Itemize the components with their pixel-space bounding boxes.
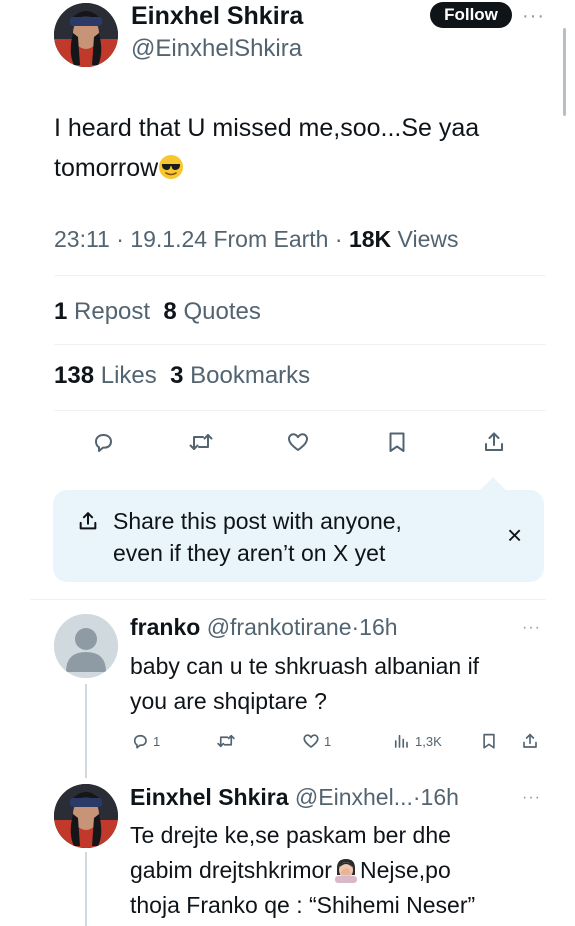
divider (54, 344, 546, 345)
bookmark-icon[interactable] (385, 430, 409, 454)
post-location: From Earth (213, 226, 329, 252)
reply-text: baby can u te shkruash albanian if you a… (130, 649, 540, 719)
divider (54, 410, 546, 411)
bookmark-icon (483, 733, 495, 749)
post-more-button[interactable]: ··· (522, 6, 545, 26)
author-name[interactable]: Einxhel Shkira (131, 2, 303, 31)
reply-time: ·16h (351, 614, 398, 640)
reply-more-button[interactable]: ··· (522, 790, 541, 806)
quotes-label[interactable]: Quotes (183, 298, 260, 325)
reply-author-handle[interactable]: @frankotirane (207, 614, 352, 640)
share-prompt-text: Share this post with anyone, even if the… (113, 505, 402, 569)
reposts-count[interactable]: 1 (54, 298, 67, 325)
thread-line (85, 852, 87, 926)
divider (30, 599, 546, 600)
reply-author-name[interactable]: franko (130, 614, 200, 640)
reply-text-line2a: gabim drejtshkrimor (130, 857, 332, 883)
reply-views-button[interactable]: 1,3K (392, 732, 442, 750)
quotes-count[interactable]: 8 (163, 298, 176, 325)
reply-header: Einxhel Shkira @Einxhel...·16h (130, 784, 459, 811)
views-icon (394, 734, 408, 748)
reply-header: franko @frankotirane·16h (130, 614, 398, 641)
reply-bookmark-button[interactable] (480, 732, 498, 755)
post-text-tomorrow: tomorrow (54, 154, 159, 182)
repost-quote-stats[interactable]: 1 Repost 8 Quotes (54, 298, 261, 326)
author-avatar[interactable] (54, 3, 118, 67)
reply-like-count: 1 (324, 733, 332, 749)
like-icon (303, 734, 319, 748)
share-icon[interactable] (482, 430, 506, 454)
share-prompt-line2: even if they aren’t on X yet (113, 540, 386, 566)
meta-separator: · (334, 226, 343, 252)
views-label: Views (397, 226, 459, 252)
likes-label[interactable]: Likes (101, 362, 157, 389)
share-prompt-card[interactable]: Share this post with anyone, even if the… (53, 477, 544, 582)
reply-author-name[interactable]: Einxhel Shkira (130, 784, 289, 810)
post-meta: 23:11 · 19.1.24 From Earth · 18K Views (54, 226, 458, 253)
reply-text-line3: thoja Franko qe : “Shihemi Neser” (130, 892, 476, 918)
reply-repost-button[interactable] (216, 732, 236, 755)
post-text: I heard that U missed me,soo...Se yaa to… (54, 108, 554, 188)
reply-text-line2: you are shqiptare ? (130, 688, 327, 714)
views-count: 18K (348, 226, 392, 252)
reply-text-line2b: Nejse,po (359, 857, 451, 883)
reply-like-button[interactable]: 1 (302, 732, 331, 750)
reply-time: ·16h (412, 784, 459, 810)
follow-button[interactable]: Follow (430, 2, 512, 28)
meta-separator: · (116, 226, 124, 252)
reply-avatar[interactable] (54, 614, 118, 678)
likes-count[interactable]: 138 (54, 362, 94, 389)
reply-share-button[interactable] (521, 732, 539, 755)
bookmarks-label[interactable]: Bookmarks (190, 362, 310, 389)
post-text-line2: tomorrow (54, 148, 554, 188)
share-icon (523, 733, 537, 748)
reply-reply-button[interactable]: 1 (131, 732, 160, 750)
reply-text-line1: Te drejte ke,se paskam ber dhe (130, 822, 451, 848)
facepalm-emoji-icon (332, 857, 360, 883)
post-time: 23:11 (54, 226, 110, 252)
repost-icon[interactable] (188, 430, 214, 454)
reply-more-button[interactable]: ··· (522, 620, 541, 636)
divider (54, 275, 546, 276)
share-prompt-icon (77, 510, 99, 537)
share-prompt-pointer (480, 477, 506, 503)
thread-line (85, 684, 87, 778)
bookmarks-count[interactable]: 3 (170, 362, 183, 389)
reply-text: Te drejte ke,se paskam ber dhe gabim dre… (130, 818, 550, 923)
reply-reply-count: 1 (153, 733, 161, 749)
reposts-label[interactable]: Repost (74, 298, 150, 325)
reply-icon (133, 734, 147, 749)
share-prompt-line1: Share this post with anyone, (113, 508, 402, 534)
sunglasses-emoji-icon (158, 152, 184, 179)
reply-views-count: 1,3K (415, 733, 442, 749)
reply-text-line2: gabim drejtshkrimor Nejse,po (130, 853, 550, 888)
like-icon[interactable] (286, 430, 310, 454)
post-text-line1: I heard that U missed me,soo...Se yaa (54, 114, 480, 142)
like-bookmark-stats[interactable]: 138 Likes 3 Bookmarks (54, 362, 310, 390)
share-prompt-close-icon[interactable]: × (507, 522, 522, 548)
reply-text-line1: baby can u te shkruash albanian if (130, 653, 480, 679)
post-date: 19.1.24 (130, 226, 208, 252)
scrollbar-thumb[interactable] (563, 28, 566, 116)
reply-icon[interactable] (91, 430, 115, 454)
reply-author-handle[interactable]: @Einxhel... (295, 784, 413, 810)
author-handle[interactable]: @EinxhelShkira (131, 35, 302, 63)
repost-icon (217, 734, 235, 748)
reply-avatar[interactable] (54, 784, 118, 848)
